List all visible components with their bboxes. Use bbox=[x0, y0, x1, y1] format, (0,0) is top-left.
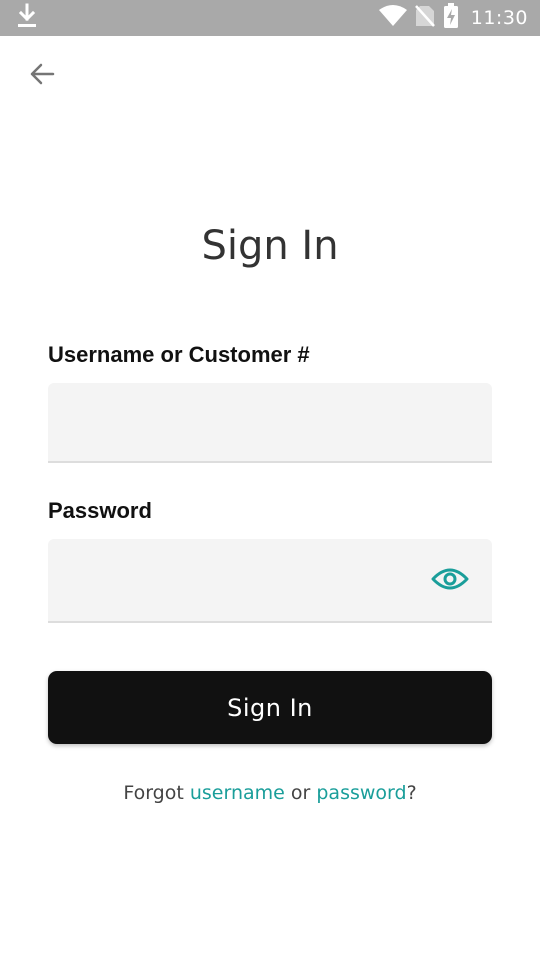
status-bar: 11:30 bbox=[0, 0, 540, 36]
page-title: Sign In bbox=[201, 223, 339, 269]
battery-charging-icon bbox=[443, 2, 459, 34]
download-icon bbox=[16, 3, 38, 34]
username-input[interactable] bbox=[48, 383, 492, 463]
arrow-left-icon bbox=[28, 60, 56, 93]
wifi-icon bbox=[378, 4, 407, 32]
status-time: 11:30 bbox=[470, 7, 528, 29]
password-input[interactable] bbox=[48, 539, 492, 623]
forgot-suffix: ? bbox=[406, 782, 417, 804]
status-left bbox=[16, 3, 38, 34]
forgot-prefix: Forgot bbox=[123, 782, 190, 804]
forgot-middle: or bbox=[284, 782, 317, 804]
status-right: 11:30 bbox=[378, 2, 528, 34]
eye-icon bbox=[431, 565, 469, 598]
forgot-credentials: Forgot username or password? bbox=[0, 782, 540, 804]
no-sim-icon bbox=[414, 4, 435, 33]
username-label: Username or Customer # bbox=[48, 342, 310, 367]
forgot-username-link[interactable]: username bbox=[190, 782, 285, 804]
forgot-password-link[interactable]: password bbox=[316, 782, 406, 804]
sign-in-button[interactable]: Sign In bbox=[48, 671, 492, 744]
password-label: Password bbox=[48, 498, 152, 523]
back-button[interactable] bbox=[26, 60, 58, 92]
show-password-toggle[interactable] bbox=[430, 563, 470, 599]
